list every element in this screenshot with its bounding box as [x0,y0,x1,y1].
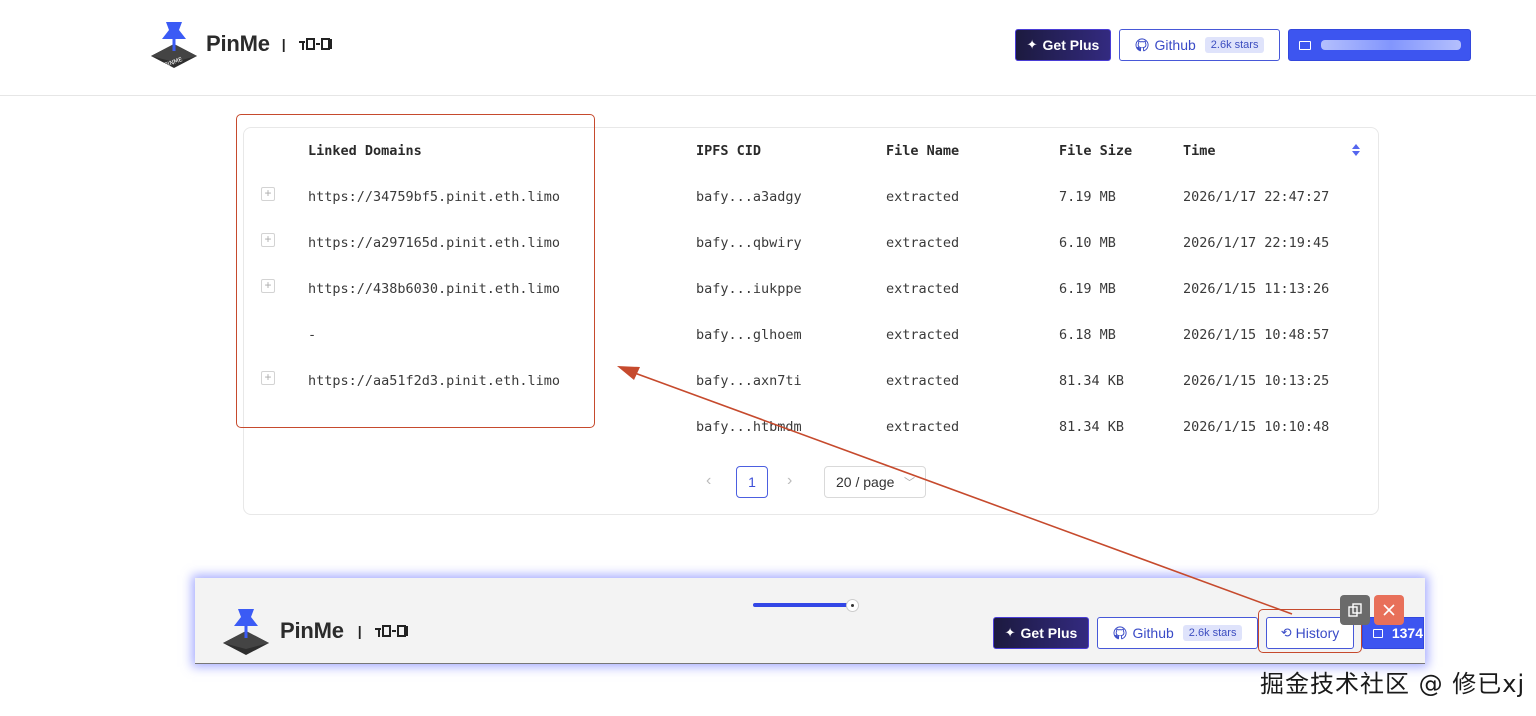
watermark-text: 掘金技术社区 @ 修已xj [1260,670,1526,698]
page-root: PINME PinMe | ✦ Get Plus Github 2.6k sta… [0,0,1536,716]
annotation-arrow [617,366,1293,615]
